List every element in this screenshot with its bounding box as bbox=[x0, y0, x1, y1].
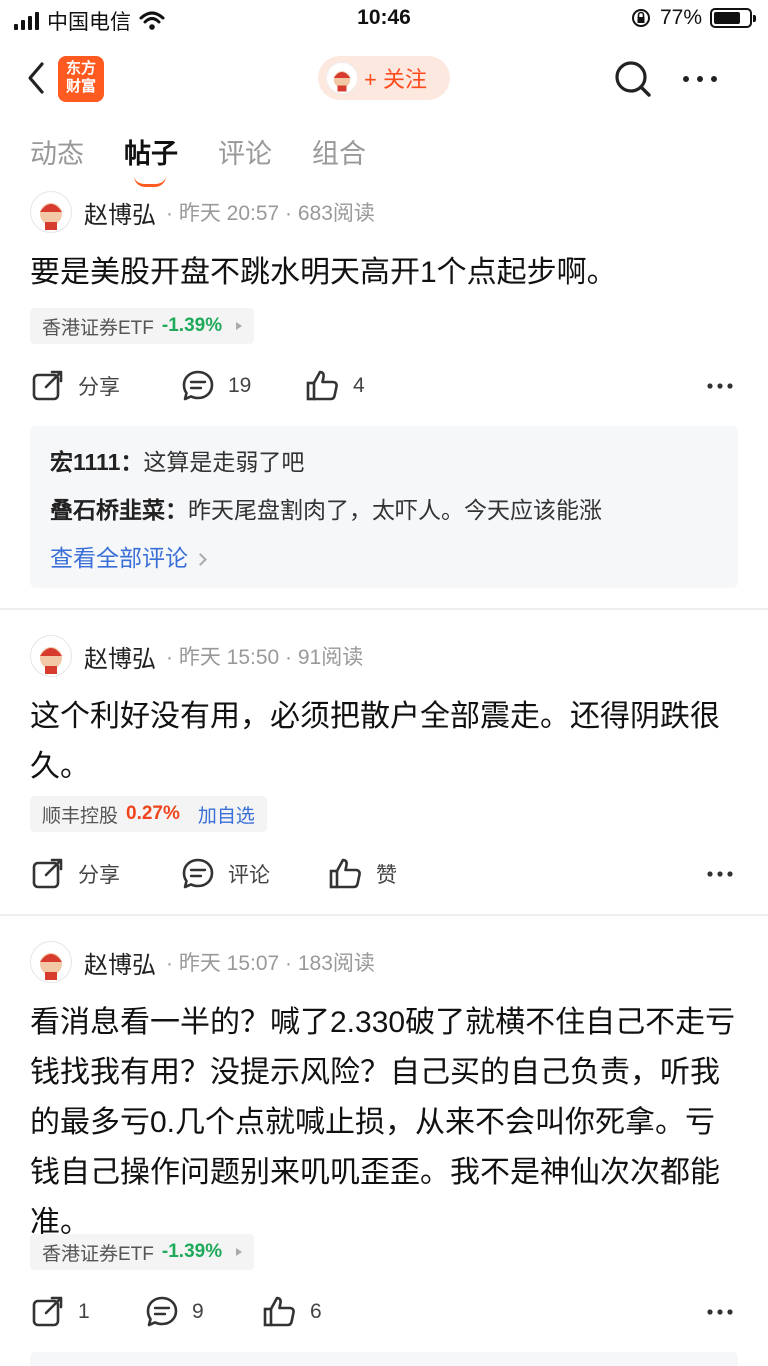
app-logo: 东方 财富 bbox=[58, 56, 104, 102]
rotation-lock-icon bbox=[631, 9, 650, 27]
battery-percent: 77% bbox=[659, 6, 702, 29]
thumbs-up-icon bbox=[263, 1296, 295, 1327]
add-to-watchlist-button[interactable]: 加自选 bbox=[198, 801, 255, 828]
more-icon[interactable] bbox=[706, 1302, 734, 1322]
post-actions: 分享 19 4 bbox=[30, 364, 740, 408]
stock-name: 顺丰控股 bbox=[42, 805, 119, 827]
like-button[interactable]: 4 bbox=[305, 364, 365, 408]
avatar[interactable] bbox=[30, 191, 72, 233]
comment-icon bbox=[146, 1296, 178, 1327]
view-all-comments-link[interactable]: 查看全部评论 bbox=[50, 534, 718, 582]
share-icon bbox=[32, 858, 63, 889]
post-meta: · 昨天 15:50 · 91阅读 bbox=[166, 646, 364, 669]
avatar bbox=[326, 62, 358, 94]
tab-posts[interactable]: 帖子 bbox=[124, 132, 178, 187]
tab-comments[interactable]: 评论 bbox=[218, 132, 272, 184]
comment-preview bbox=[30, 1352, 738, 1366]
share-icon bbox=[32, 370, 63, 401]
comment-icon bbox=[182, 370, 214, 401]
post-text[interactable]: 要是美股开盘不跳水明天高开1个点起步啊。 bbox=[30, 248, 736, 298]
search-icon[interactable] bbox=[612, 58, 654, 100]
stock-change: 0.27% bbox=[126, 803, 180, 824]
status-bar: 中国电信 10:46 77% bbox=[0, 0, 768, 40]
divider bbox=[0, 914, 768, 916]
avatar[interactable] bbox=[30, 941, 72, 983]
stock-tag[interactable]: 香港证券ETF -1.39% bbox=[30, 1234, 255, 1270]
like-button[interactable]: 赞 bbox=[328, 852, 397, 896]
comment-item[interactable]: 宏1111：这算是走弱了吧 bbox=[50, 438, 718, 486]
comment-button[interactable]: 评论 bbox=[180, 852, 270, 896]
tab-activity[interactable]: 动态 bbox=[30, 132, 84, 184]
share-button[interactable]: 分享 bbox=[30, 852, 120, 896]
post-meta: · 昨天 15:07 · 183阅读 bbox=[166, 952, 375, 975]
stock-name: 香港证券ETF bbox=[42, 1243, 154, 1265]
post-card[interactable]: 赵博弘 · 昨天 15:50 · 91阅读 这个利好没有用，必须把散户全部震走。… bbox=[0, 634, 768, 904]
like-button[interactable]: 6 bbox=[262, 1290, 322, 1334]
thumbs-up-icon bbox=[329, 858, 361, 889]
stock-change: -1.39% bbox=[161, 315, 223, 336]
more-icon[interactable] bbox=[706, 864, 734, 884]
comment-item[interactable]: 叠石桥韭菜：昨天尾盘割肉了，太吓人。今天应该能涨 bbox=[50, 486, 718, 534]
comment-button[interactable]: 19 bbox=[180, 364, 251, 408]
comment-button[interactable]: 9 bbox=[144, 1290, 204, 1334]
stock-name: 香港证券ETF bbox=[42, 317, 154, 339]
arrow-right-icon bbox=[236, 322, 243, 330]
avatar[interactable] bbox=[30, 635, 72, 677]
share-icon bbox=[32, 1296, 63, 1327]
comment-icon bbox=[182, 858, 214, 889]
follow-button[interactable]: + 关注 bbox=[318, 56, 450, 100]
post-text[interactable]: 这个利好没有用，必须把散户全部震走。还得阴跌很久。 bbox=[30, 692, 736, 792]
battery-icon bbox=[710, 8, 756, 28]
chevron-right-icon bbox=[194, 552, 207, 566]
nav-bar: 东方 财富 + 关注 bbox=[0, 48, 768, 108]
stock-tag[interactable]: 香港证券ETF -1.39% bbox=[30, 308, 255, 344]
back-arrow-icon[interactable] bbox=[22, 60, 52, 96]
post-actions: 1 9 6 bbox=[30, 1290, 740, 1334]
follow-label: + 关注 bbox=[364, 67, 427, 92]
tab-portfolio[interactable]: 组合 bbox=[312, 132, 366, 184]
arrow-right-icon bbox=[236, 1248, 243, 1256]
stock-change: -1.39% bbox=[161, 1241, 223, 1262]
post-card[interactable]: 赵博弘 · 昨天 15:07 · 183阅读 看消息看一半的？喊了2.330破了… bbox=[0, 940, 768, 1340]
author-name[interactable]: 赵博弘 bbox=[84, 639, 156, 674]
profile-tabs: 动态 帖子 评论 组合 bbox=[30, 132, 366, 187]
more-icon[interactable] bbox=[706, 376, 734, 396]
divider bbox=[0, 608, 768, 610]
post-text[interactable]: 看消息看一半的？喊了2.330破了就横不住自己不走亏钱找我有用？没提示风险？自己… bbox=[30, 998, 736, 1248]
post-actions: 分享 评论 赞 bbox=[30, 852, 740, 896]
author-name[interactable]: 赵博弘 bbox=[84, 945, 156, 980]
more-options-icon[interactable] bbox=[680, 64, 720, 94]
post-meta: · 昨天 20:57 · 683阅读 bbox=[166, 202, 375, 225]
post-card[interactable]: 赵博弘 · 昨天 20:57 · 683阅读 要是美股开盘不跳水明天高开1个点起… bbox=[0, 190, 768, 600]
thumbs-up-icon bbox=[306, 370, 338, 401]
comment-preview[interactable]: 宏1111：这算是走弱了吧 叠石桥韭菜：昨天尾盘割肉了，太吓人。今天应该能涨 查… bbox=[30, 426, 738, 588]
author-name[interactable]: 赵博弘 bbox=[84, 195, 156, 230]
share-button[interactable]: 1 bbox=[30, 1290, 90, 1334]
share-button[interactable]: 分享 bbox=[30, 364, 120, 408]
stock-tag[interactable]: 顺丰控股 0.27% 加自选 bbox=[30, 796, 267, 832]
